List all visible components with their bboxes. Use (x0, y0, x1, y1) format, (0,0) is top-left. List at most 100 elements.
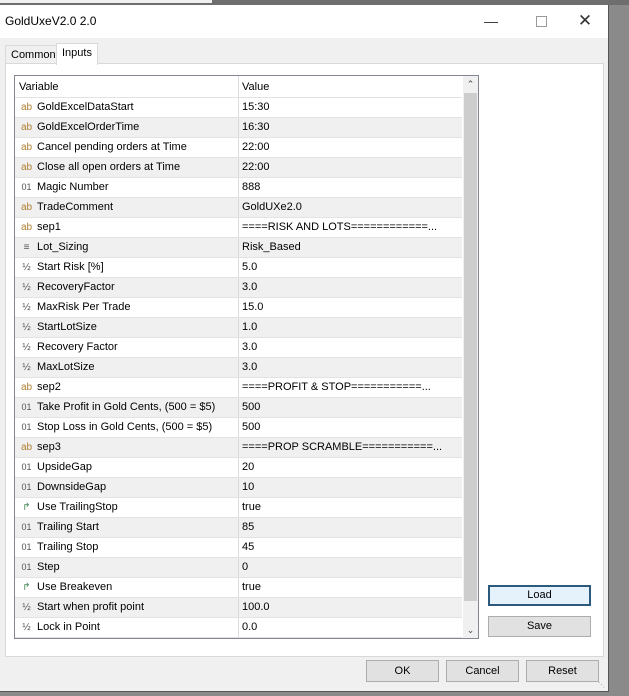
table-row[interactable]: ↱ Use Breakeven true (15, 578, 462, 598)
scroll-up-icon[interactable]: ⌃ (463, 76, 478, 92)
load-button[interactable]: Load (488, 585, 591, 606)
ok-button[interactable]: OK (366, 660, 439, 682)
value-cell[interactable]: GoldUXe2.0 (239, 198, 462, 217)
integer-type-icon: 01 (21, 542, 32, 552)
table-row[interactable]: ab TradeComment GoldUXe2.0 (15, 198, 462, 218)
value-cell[interactable]: 500 (239, 418, 462, 437)
value-cell[interactable]: ====PROFIT & STOP===========... (239, 378, 462, 397)
value-cell[interactable]: 100.0 (239, 598, 462, 617)
table-row[interactable]: ab sep2 ====PROFIT & STOP===========... (15, 378, 462, 398)
table-row[interactable]: ½ Lock in Point 0.0 (15, 618, 462, 638)
table-row[interactable]: ab Close all open orders at Time 22:00 (15, 158, 462, 178)
value-cell[interactable]: 10 (239, 478, 462, 497)
table-row[interactable]: 01 Magic Number 888 (15, 178, 462, 198)
table-row[interactable]: 01 Trailing Stop 45 (15, 538, 462, 558)
variable-cell: ab GoldExcelDataStart (15, 98, 239, 117)
cancel-button[interactable]: Cancel (446, 660, 519, 682)
variable-cell: ab TradeComment (15, 198, 239, 217)
table-header: Variable Value (15, 76, 462, 98)
string-type-icon: ab (20, 102, 33, 113)
bool-type-icon: ↱ (22, 582, 31, 593)
reset-button[interactable]: Reset (526, 660, 599, 682)
properties-dialog: GoldUxeV2.0 2.0 — ✕ Common Inputs Variab… (0, 5, 609, 692)
variable-name: Start when profit point (37, 601, 145, 613)
value-cell[interactable]: 3.0 (239, 278, 462, 297)
table-row[interactable]: ab GoldExcelOrderTime 16:30 (15, 118, 462, 138)
variable-name: sep3 (37, 441, 61, 453)
value-cell[interactable]: 22:00 (239, 138, 462, 157)
bool-type-icon: ↱ (22, 502, 31, 513)
value-cell[interactable]: true (239, 578, 462, 597)
string-type-icon: ab (20, 162, 33, 173)
table-row[interactable]: ab sep3 ====PROP SCRAMBLE===========... (15, 438, 462, 458)
vertical-scrollbar[interactable]: ⌃ ⌄ (463, 76, 478, 638)
variable-name: Start Risk [%] (37, 261, 104, 273)
variable-name: DownsideGap (37, 481, 107, 493)
table-row[interactable]: ≡ Lot_Sizing Risk_Based (15, 238, 462, 258)
string-type-icon: ab (20, 442, 33, 453)
variable-cell: ab Close all open orders at Time (15, 158, 239, 177)
table-row[interactable]: ½ Recovery Factor 3.0 (15, 338, 462, 358)
minimize-button[interactable]: — (468, 7, 514, 35)
table-row[interactable]: 01 Step 0 (15, 558, 462, 578)
tab-common[interactable]: Common (5, 45, 62, 64)
close-button[interactable]: ✕ (562, 7, 608, 35)
double-type-icon: ½ (22, 362, 31, 373)
value-cell[interactable]: 20 (239, 458, 462, 477)
table-row[interactable]: ↱ Use TrailingStop true (15, 498, 462, 518)
variable-cell: ½ MaxRisk Per Trade (15, 298, 239, 317)
value-cell[interactable]: 3.0 (239, 358, 462, 377)
value-cell[interactable]: 3.0 (239, 338, 462, 357)
column-header-value[interactable]: Value (239, 76, 462, 98)
string-type-icon: ab (20, 142, 33, 153)
value-cell[interactable]: ====RISK AND LOTS============... (239, 218, 462, 237)
table-row[interactable]: ½ Start when profit point 100.0 (15, 598, 462, 618)
value-cell[interactable]: 16:30 (239, 118, 462, 137)
variable-cell: ↱ Use Breakeven (15, 578, 239, 597)
value-cell[interactable]: true (239, 498, 462, 517)
value-cell[interactable]: 888 (239, 178, 462, 197)
variable-cell: 01 UpsideGap (15, 458, 239, 477)
string-type-icon: ab (20, 122, 33, 133)
table-row[interactable]: 01 UpsideGap 20 (15, 458, 462, 478)
string-type-icon: ab (20, 202, 33, 213)
value-cell[interactable]: Risk_Based (239, 238, 462, 257)
variable-cell: ½ StartLotSize (15, 318, 239, 337)
value-cell[interactable]: 5.0 (239, 258, 462, 277)
table-row[interactable]: ½ MaxLotSize 3.0 (15, 358, 462, 378)
table-row[interactable]: ab Cancel pending orders at Time 22:00 (15, 138, 462, 158)
value-cell[interactable]: 500 (239, 398, 462, 417)
variable-name: Take Profit in Gold Cents, (500 = $5) (37, 401, 216, 413)
maximize-button[interactable] (518, 7, 564, 35)
table-row[interactable]: ab GoldExcelDataStart 15:30 (15, 98, 462, 118)
value-cell[interactable]: 1.0 (239, 318, 462, 337)
value-cell[interactable]: 15.0 (239, 298, 462, 317)
title-bar: GoldUxeV2.0 2.0 — ✕ (0, 5, 608, 38)
resize-grip-icon[interactable]: ⋱ (598, 681, 606, 689)
table-row[interactable]: ½ RecoveryFactor 3.0 (15, 278, 462, 298)
scrollbar-thumb[interactable] (464, 93, 477, 601)
value-cell[interactable]: 45 (239, 538, 462, 557)
value-cell[interactable]: 0.0 (239, 618, 462, 637)
table-row[interactable]: ½ StartLotSize 1.0 (15, 318, 462, 338)
table-row[interactable]: 01 DownsideGap 10 (15, 478, 462, 498)
table-row[interactable]: ½ MaxRisk Per Trade 15.0 (15, 298, 462, 318)
value-cell[interactable]: 22:00 (239, 158, 462, 177)
scroll-down-icon[interactable]: ⌄ (463, 622, 478, 638)
save-button[interactable]: Save (488, 616, 591, 637)
variable-cell: 01 Magic Number (15, 178, 239, 197)
table-row[interactable]: 01 Take Profit in Gold Cents, (500 = $5) 5… (15, 398, 462, 418)
variable-cell: 01 Take Profit in Gold Cents, (500 = $5) (15, 398, 239, 417)
table-row[interactable]: 01 Stop Loss in Gold Cents, (500 = $5) 500 (15, 418, 462, 438)
value-cell[interactable]: 15:30 (239, 98, 462, 117)
table-row[interactable]: ab sep1 ====RISK AND LOTS============... (15, 218, 462, 238)
table-row[interactable]: ½ Start Risk [%] 5.0 (15, 258, 462, 278)
value-cell[interactable]: ====PROP SCRAMBLE===========... (239, 438, 462, 457)
integer-type-icon: 01 (21, 182, 32, 192)
variable-cell: 01 Trailing Stop (15, 538, 239, 557)
tab-inputs[interactable]: Inputs (56, 43, 98, 65)
table-row[interactable]: 01 Trailing Start 85 (15, 518, 462, 538)
value-cell[interactable]: 0 (239, 558, 462, 577)
value-cell[interactable]: 85 (239, 518, 462, 537)
column-header-variable[interactable]: Variable (15, 76, 239, 98)
